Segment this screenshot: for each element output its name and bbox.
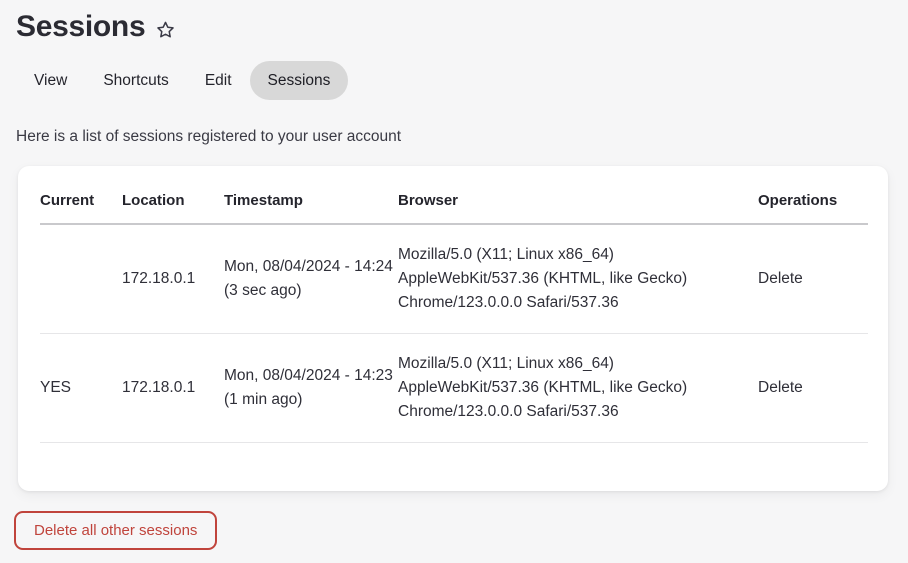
column-header-operations: Operations <box>758 184 868 225</box>
cell-browser: Mozilla/5.0 (X11; Linux x86_64) AppleWeb… <box>398 333 758 443</box>
cell-browser: Mozilla/5.0 (X11; Linux x86_64) AppleWeb… <box>398 224 758 334</box>
page-header: Sessions <box>16 8 175 46</box>
delete-session-link[interactable]: Delete <box>758 270 803 287</box>
column-header-timestamp: Timestamp <box>224 184 398 225</box>
cell-timestamp: Mon, 08/04/2024 - 14:23 (1 min ago) <box>224 333 398 443</box>
star-outline-icon[interactable] <box>156 20 175 39</box>
table-row: 172.18.0.1 Mon, 08/04/2024 - 14:24 (3 se… <box>40 224 868 334</box>
page-description: Here is a list of sessions registered to… <box>16 128 402 145</box>
tab-sessions[interactable]: Sessions <box>249 61 349 100</box>
sessions-table: Current Location Timestamp Browser Opera… <box>40 184 868 443</box>
cell-location: 172.18.0.1 <box>122 333 224 443</box>
delete-all-other-sessions-button[interactable]: Delete all other sessions <box>14 511 218 550</box>
column-header-current: Current <box>40 184 122 225</box>
tab-view[interactable]: View <box>16 61 85 100</box>
cell-operations: Delete <box>758 333 868 443</box>
cell-current: YES <box>40 333 122 443</box>
tab-edit[interactable]: Edit <box>187 61 250 100</box>
delete-session-link[interactable]: Delete <box>758 379 803 396</box>
table-body: 172.18.0.1 Mon, 08/04/2024 - 14:24 (3 se… <box>40 224 868 443</box>
tab-shortcuts[interactable]: Shortcuts <box>85 61 186 100</box>
cell-current <box>40 224 122 334</box>
column-header-location: Location <box>122 184 224 225</box>
sessions-page: Sessions View Shortcuts Edit Sessions He… <box>0 0 908 563</box>
cell-operations: Delete <box>758 224 868 334</box>
table-header-row: Current Location Timestamp Browser Opera… <box>40 184 868 225</box>
table-header: Current Location Timestamp Browser Opera… <box>40 184 868 225</box>
table-row: YES 172.18.0.1 Mon, 08/04/2024 - 14:23 (… <box>40 333 868 443</box>
column-header-browser: Browser <box>398 184 758 225</box>
sessions-card: Current Location Timestamp Browser Opera… <box>18 166 888 491</box>
page-title: Sessions <box>16 10 146 43</box>
cell-location: 172.18.0.1 <box>122 224 224 334</box>
tab-bar: View Shortcuts Edit Sessions <box>16 61 349 100</box>
cell-timestamp: Mon, 08/04/2024 - 14:24 (3 sec ago) <box>224 224 398 334</box>
